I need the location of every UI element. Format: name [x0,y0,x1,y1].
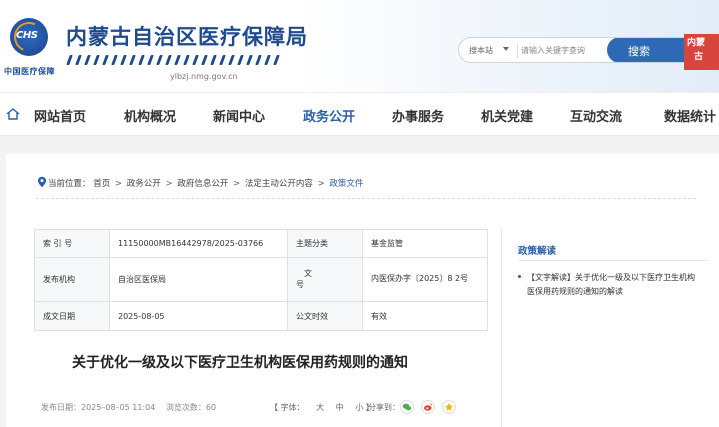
location-pin-icon [38,176,46,188]
breadcrumb-current[interactable]: 政策文件 [329,179,363,189]
wechat-share-icon[interactable] [400,400,414,414]
site-title[interactable]: 内蒙古自治区医疗保障局 [66,21,308,51]
index-value: 11150000MB16442978/2025-03766 [109,229,288,258]
search-button-label: 搜索 [628,45,650,58]
bullet-icon [518,275,521,278]
breadcrumb-separator: > [114,179,123,189]
index-label: 索 引 号 [34,229,110,258]
site-url: ylbzj.nmg.gov.cn [170,72,238,81]
font-size-control: 【 字体： 大 中 小 】 [270,402,374,413]
site-header: CHS 中国医疗保障 内蒙古自治区医疗保障局 ylbzj.nmg.gov.cn … [0,0,719,92]
divider [36,198,696,199]
nav-item-government-affairs[interactable]: 政务公开 [303,106,355,125]
breadcrumb: 当前位置： 首页 > 政务公开 > 政府信息公开 > 法定主动公开内容 > 政策… [48,177,363,189]
sidebar-title: 政策解读 [518,246,557,257]
nav-item-about[interactable]: 机构概况 [124,106,176,125]
date-label: 成文日期 [34,301,110,331]
nav-item-statistics[interactable]: 数据统计 [664,106,716,125]
main-nav: 网站首页 机构概况 新闻中心 政务公开 办事服务 机关党建 互动交流 数据统计 [0,92,719,136]
breadcrumb-separator: > [233,179,241,189]
font-size-label: 【 字体： [270,403,305,412]
issuer-value: 自治区医保局 [109,256,288,303]
seal-logo-icon[interactable]: 内蒙 古 [684,34,719,70]
breadcrumb-item-statutory-content[interactable]: 法定主动公开内容 [245,179,313,189]
logo-text: CHS [16,30,38,41]
nav-item-interaction[interactable]: 互动交流 [570,106,622,125]
nav-item-news[interactable]: 新闻中心 [213,106,265,125]
caret-down-icon[interactable] [503,47,509,51]
breadcrumb-item-home[interactable]: 首页 [93,179,110,189]
search-scope-select[interactable]: 搜本站 [469,45,493,56]
logo-subtitle: 中国医疗保障 [4,67,55,76]
nav-item-home[interactable]: 网站首页 [34,106,86,125]
content-panel: 当前位置： 首页 > 政务公开 > 政府信息公开 > 法定主动公开内容 > 政策… [6,154,719,427]
issuer-label: 发布机构 [34,256,110,303]
publish-date: 2025–08–05 11:04 [81,403,156,412]
breadcrumb-item-info-disclosure[interactable]: 政府信息公开 [177,179,228,189]
search-divider [517,44,518,58]
docno-label-text: 文 号 [296,269,328,290]
favorite-star-icon[interactable] [442,400,456,414]
date-value: 2025-08-05 [109,301,288,331]
breadcrumb-item-gov-affairs[interactable]: 政务公开 [127,179,161,189]
font-size-large-button[interactable]: 大 [316,403,324,412]
chs-logo-icon[interactable]: CHS [9,17,49,57]
docno-label: 文 号 [287,256,363,303]
document-metadata-table: 索 引 号 11150000MB16442978/2025-03766 主题分类… [34,229,488,331]
weibo-share-icon[interactable] [421,400,435,414]
seal-text-line2: 古 [694,52,704,62]
docno-value: 内医保办字〔2025〕8 2号 [362,256,488,303]
category-value: 基金监管 [362,229,488,258]
views-count: 60 [205,403,217,412]
nav-item-services[interactable]: 办事服务 [392,106,444,125]
category-label: 主题分类 [287,229,363,258]
document-title: 关于优化一级及以下医疗卫生机构医保用药规则的通知 [72,355,408,371]
publish-info: 发布日期：2025–08–05 11:04 浏览次数：60 [41,402,216,413]
breadcrumb-separator: > [165,179,173,189]
nav-item-party-building[interactable]: 机关党建 [481,106,533,125]
sidebar-divider [501,229,502,427]
publish-date-label: 发布日期： [41,403,81,412]
validity-value: 有效 [362,301,488,331]
mongolian-script-title [66,50,304,65]
search-box: 搜本站 搜索 [458,37,698,63]
views-label: 浏览次数： [165,403,206,412]
validity-label: 公文时效 [287,301,363,331]
sidebar-title-underline [518,260,708,261]
policy-interpretation-link[interactable]: 【文字解读】关于优化一级及以下医疗卫生机构医保用药规则的通知的解读 [527,271,699,299]
seal-text-line1: 内蒙 [687,38,706,48]
home-icon[interactable] [6,108,20,120]
breadcrumb-separator: > [317,179,325,189]
share-label: 分享到： [368,403,400,412]
font-size-medium-button[interactable]: 中 [336,403,344,412]
breadcrumb-prefix: 当前位置： [48,179,91,189]
font-size-small-button[interactable]: 小 [355,403,363,412]
